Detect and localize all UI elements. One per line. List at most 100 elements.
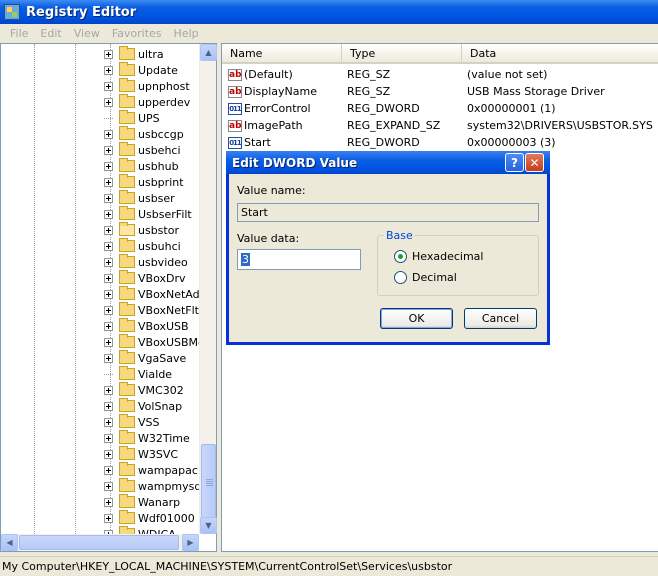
menu-edit[interactable]: Edit [34,27,67,40]
tree-item-ups[interactable]: UPS [104,110,160,126]
expand-icon[interactable] [104,49,113,59]
tree-item-usbccgp[interactable]: usbccgp [104,126,184,142]
tree-item-viaide[interactable]: ViaIde [104,366,172,382]
help-button[interactable]: ? [505,153,524,172]
tree-item-w32time[interactable]: W32Time [104,430,190,446]
expand-icon[interactable] [104,465,113,475]
tree-item-volsnap[interactable]: VolSnap [104,398,182,414]
expand-icon[interactable] [104,385,113,395]
folder-icon [119,94,135,108]
tree-item-label: usbser [138,191,175,205]
expand-icon[interactable] [104,433,113,443]
expand-icon[interactable] [104,337,113,347]
scroll-thumb[interactable] [201,444,216,524]
expand-icon[interactable] [104,401,113,411]
value-row[interactable]: ab (Default) REG_SZ (value not set) [228,66,651,83]
column-header-data[interactable]: Data [462,44,658,62]
expand-icon[interactable] [104,81,113,91]
expand-icon[interactable] [104,225,113,235]
expand-icon[interactable] [104,353,113,363]
tree-item-w3svc[interactable]: W3SVC [104,446,178,462]
expand-icon[interactable] [104,305,113,315]
cancel-button[interactable]: Cancel [464,308,537,329]
value-row[interactable]: 011 Start REG_DWORD 0x00000003 (3) [228,134,651,151]
expand-icon[interactable] [104,193,113,203]
tree-item-wdf01000[interactable]: Wdf01000 [104,510,195,526]
hexadecimal-option[interactable]: Hexadecimal [394,250,483,263]
tree-item-vss[interactable]: VSS [104,414,160,430]
expand-icon[interactable] [104,289,113,299]
tree-item-usbstor[interactable]: usbstor [104,222,179,238]
scroll-up-button[interactable]: ▲ [200,44,217,61]
expand-icon[interactable] [104,177,113,187]
tree-item-usbserfilt[interactable]: UsbserFilt [104,206,192,222]
tree-item-vmc302[interactable]: VMC302 [104,382,184,398]
folder-icon [119,494,135,508]
tree-item-usbuhci[interactable]: usbuhci [104,238,181,254]
scroll-right-button[interactable]: ▶ [182,534,199,551]
tree-item-vboxusb[interactable]: VBoxUSB [104,318,189,334]
value-name-field[interactable]: Start [237,203,539,222]
expand-icon[interactable] [104,481,113,491]
close-button[interactable]: ✕ [525,153,544,172]
value-row[interactable]: ab DisplayName REG_SZ USB Mass Storage Driv… [228,83,651,100]
tree-item-wanarp[interactable]: Wanarp [104,494,180,510]
key-tree-pane[interactable]: ultra Update upnphost upperdev UPS usbccgp usb… [0,43,217,552]
expand-icon[interactable] [104,257,113,267]
expand-icon[interactable] [104,65,113,75]
tree-item-usbprint[interactable]: usbprint [104,174,184,190]
tree-item-wdica[interactable]: WDICA [104,526,176,534]
horizontal-scroll-thumb[interactable] [19,535,179,550]
menu-view[interactable]: View [68,27,106,40]
tree-item-vgasave[interactable]: VgaSave [104,350,186,366]
menu-file[interactable]: File [4,27,34,40]
tree-item-upperdev[interactable]: upperdev [104,94,190,110]
expand-icon[interactable] [104,161,113,171]
tree-item-vboxdrv[interactable]: VBoxDrv [104,270,185,286]
tree-item-wampmysqlo[interactable]: wampmysqlo [104,478,199,494]
ok-button[interactable]: OK [380,308,453,329]
scroll-left-button[interactable]: ◀ [1,534,18,551]
tree-item-usbhub[interactable]: usbhub [104,158,179,174]
decimal-option[interactable]: Decimal [394,271,457,284]
tree-item-usbehci[interactable]: usbehci [104,142,181,158]
tree-item-label: VSS [138,415,160,429]
expand-icon[interactable] [104,209,113,219]
menu-help[interactable]: Help [168,27,205,40]
expand-icon[interactable] [104,417,113,427]
tree-item-update[interactable]: Update [104,62,178,78]
dialog-title-bar[interactable]: Edit DWORD Value ? ✕ [226,151,550,174]
tree-item-usbser[interactable]: usbser [104,190,175,206]
expand-icon[interactable] [104,241,113,251]
folder-icon [119,350,135,364]
value-name-cell: ab DisplayName [228,85,341,98]
value-data-input[interactable]: 3 [237,249,361,270]
expand-icon[interactable] [104,449,113,459]
column-header-name[interactable]: Name [222,44,342,62]
tree-item-vboxusbmo[interactable]: VBoxUSBMo [104,334,199,350]
expand-icon[interactable] [104,497,113,507]
tree-horizontal-scrollbar[interactable]: ◀ ▶ [1,534,199,551]
column-header-type[interactable]: Type [342,44,462,62]
value-row[interactable]: ab ImagePath REG_EXPAND_SZ system32\DRIVERS… [228,117,653,134]
expand-icon[interactable] [104,97,113,107]
title-bar[interactable]: Registry Editor [0,0,658,24]
expand-icon[interactable] [104,273,113,283]
value-row[interactable]: 011 ErrorControl REG_DWORD 0x00000001 (1) [228,100,651,117]
decimal-label: Decimal [412,271,457,284]
hexadecimal-radio[interactable] [394,250,407,263]
scroll-down-button[interactable]: ▼ [200,517,217,534]
tree-item-vboxnetflt[interactable]: VBoxNetFlt [104,302,199,318]
tree-item-usbvideo[interactable]: usbvideo [104,254,188,270]
expand-icon[interactable] [104,129,113,139]
expand-icon[interactable] [104,321,113,331]
tree-item-vboxnetadp[interactable]: VBoxNetAdp [104,286,199,302]
tree-item-upnphost[interactable]: upnphost [104,78,190,94]
tree-item-ultra[interactable]: ultra [104,46,164,62]
menu-favorites[interactable]: Favorites [106,27,168,40]
tree-item-wampapach[interactable]: wampapach [104,462,199,478]
expand-icon[interactable] [104,145,113,155]
tree-vertical-scrollbar[interactable]: ▲ ▼ [199,44,217,534]
expand-icon[interactable] [104,513,113,523]
decimal-radio[interactable] [394,271,407,284]
